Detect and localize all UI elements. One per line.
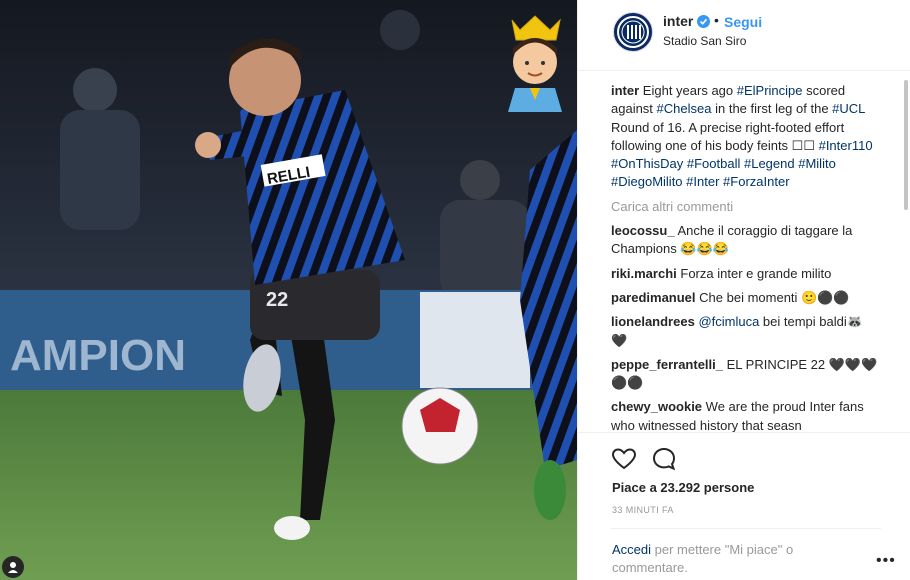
heart-icon[interactable] <box>611 446 637 472</box>
verified-badge-icon <box>697 15 710 28</box>
caption-username[interactable]: inter <box>611 83 639 98</box>
inter-logo-icon <box>617 16 649 48</box>
location-link[interactable]: Stadio San Siro <box>663 34 746 48</box>
hashtag-link[interactable]: #ForzaInter <box>723 174 789 189</box>
comment-item: chewy_wookie We are the proud Inter fans… <box>611 398 881 435</box>
hashtag-link[interactable]: #DiegoMilito <box>611 174 683 189</box>
caption-part: Round of 16. A precise right-footed effo… <box>611 119 845 153</box>
hashtag-link[interactable]: #Chelsea <box>657 101 712 116</box>
likes-count[interactable]: Piace a 23.292 persone <box>612 480 754 495</box>
hashtag-link[interactable]: #Football <box>687 156 740 171</box>
login-prompt: Accedi per mettere "Mi piace" o commenta… <box>612 541 822 577</box>
comments-list: inter Eight years ago #ElPrincipe scored… <box>611 82 881 441</box>
post-username[interactable]: inter <box>663 13 693 29</box>
hashtag-link[interactable]: #Inter <box>686 174 719 189</box>
comment-item: leocossu_ Anche il coraggio di taggare l… <box>611 222 881 259</box>
login-link[interactable]: Accedi <box>612 542 651 557</box>
comments-scrollbar[interactable] <box>904 80 908 210</box>
comment-username[interactable]: riki.marchi <box>611 266 677 281</box>
panel-divider <box>577 0 578 580</box>
caption-text: Eight years ago #ElPrincipe scored again… <box>611 83 873 189</box>
user-tag-icon[interactable] <box>2 556 24 578</box>
avatar[interactable] <box>613 12 653 52</box>
caption-part: in the first leg of the <box>711 101 833 117</box>
footer-divider <box>611 528 881 529</box>
photo-illustration: AMPION 22 RELLI <box>0 0 577 580</box>
comment-item: lionelandrees @fcimluca bei tempi baldi🦝… <box>611 313 881 350</box>
mention-link[interactable]: @fcimluca <box>698 314 759 329</box>
comment-text: Forza inter e grande milito <box>680 265 832 281</box>
comment-username[interactable]: paredimanuel <box>611 290 696 305</box>
follow-button[interactable]: Segui <box>724 14 762 30</box>
caption-part: Eight years ago <box>642 83 737 98</box>
comment-item: riki.marchi Forza inter e grande milito <box>611 265 881 283</box>
caption: inter Eight years ago #ElPrincipe scored… <box>611 82 881 192</box>
post-photo[interactable]: AMPION 22 RELLI <box>0 0 577 580</box>
post-sidebar: inter • Segui Stadio San Siro inter Eigh… <box>577 0 910 580</box>
hashtag-link[interactable]: #Inter110 <box>819 138 873 153</box>
comment-username[interactable]: lionelandrees <box>611 314 695 329</box>
more-options-icon[interactable]: ••• <box>876 552 896 570</box>
post-header: inter • Segui Stadio San Siro <box>577 0 910 71</box>
banner-text: AMPION <box>10 331 186 380</box>
hashtag-link[interactable]: #OnThisDay <box>611 156 683 171</box>
comment-username[interactable]: peppe_ferrantelli_ <box>611 357 723 372</box>
comment-text: Che bei momenti 🙂⚫⚫ <box>699 289 850 305</box>
hashtag-link[interactable]: #Legend <box>744 156 795 171</box>
load-more-comments-link[interactable]: Carica altri commenti <box>611 198 881 216</box>
comment-item: peppe_ferrantelli_ EL PRINCIPE 22 🖤🖤🖤 ⚫⚫ <box>611 356 881 393</box>
comment-username[interactable]: chewy_wookie <box>611 399 702 414</box>
actions-divider <box>577 432 910 433</box>
hashtag-link[interactable]: #UCL <box>832 101 865 116</box>
comment-icon[interactable] <box>651 446 677 472</box>
separator-dot: • <box>714 12 719 28</box>
hashtag-link[interactable]: #Milito <box>798 156 836 171</box>
prince-emoji-sticker <box>508 15 562 112</box>
hashtag-link[interactable]: #ElPrincipe <box>737 83 803 98</box>
comment-item: paredimanuel Che bei momenti 🙂⚫⚫ <box>611 289 881 307</box>
jersey-number: 22 <box>266 289 288 311</box>
comment-username[interactable]: leocossu_ <box>611 223 675 238</box>
post-timestamp: 33 MINUTI FA <box>612 505 674 515</box>
